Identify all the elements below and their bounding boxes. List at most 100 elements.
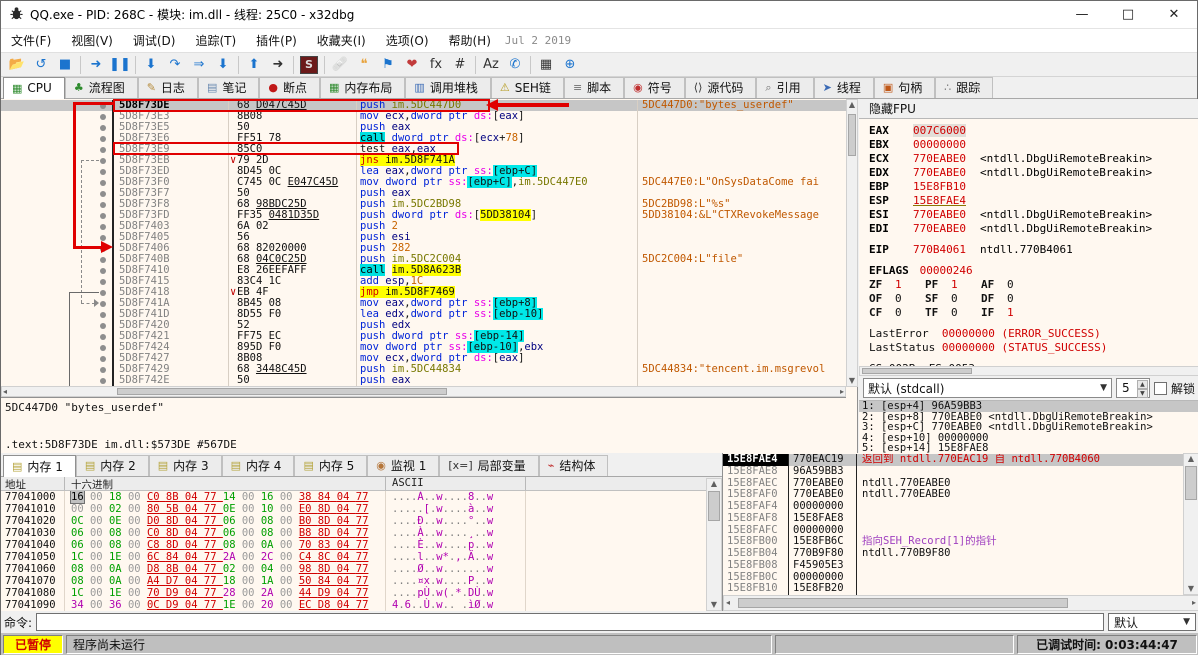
dump-byte[interactable]: 00	[128, 539, 141, 551]
breakpoint-gutter[interactable]	[1, 254, 114, 265]
breakpoint-gutter[interactable]	[1, 364, 114, 375]
command-input[interactable]	[36, 613, 1104, 631]
scroll-thumb[interactable]	[738, 598, 1068, 608]
dump-byte[interactable]: 04	[337, 575, 350, 587]
breakpoint-gutter[interactable]	[1, 144, 114, 155]
stack-row[interactable]: 15E8FB10 15E8FB20	[723, 582, 1183, 595]
dump-byte[interactable]: A4	[147, 575, 160, 587]
dump-byte[interactable]: 00	[90, 515, 103, 527]
dump-byte[interactable]: 0A	[109, 575, 122, 587]
breakpoint-dot-icon[interactable]	[100, 311, 106, 318]
argument-row[interactable]: 5: [esp+14] 15E8FAE8	[859, 443, 1198, 453]
flags-row[interactable]: OF 0 SF 0 DF 0	[869, 292, 1198, 306]
menu-item-t[interactable]: 追踪(T)	[185, 29, 246, 52]
dump-byte[interactable]: 6C	[147, 551, 160, 563]
stack-hscrollbar[interactable]: ◂ ▸	[723, 595, 1198, 611]
dump-byte[interactable]: 00	[280, 539, 293, 551]
dump-byte[interactable]: 02	[109, 503, 122, 515]
breakpoint-gutter[interactable]	[1, 375, 114, 386]
dump-row[interactable]: 77041070 08 00 0A 00 A4 D7 04 77 18 00 1A…	[1, 575, 706, 587]
spin-down-icon[interactable]: ▼	[1136, 389, 1148, 398]
dump-byte[interactable]: C0	[147, 527, 160, 539]
dump-row[interactable]: 77041040 06 00 08 00 C8 8D 04 77 08 00 0A…	[1, 539, 706, 551]
dump-tab-内存-4[interactable]: ▤ 内存 4	[221, 455, 295, 476]
dump-byte[interactable]: 77	[204, 599, 217, 611]
breakpoint-dot-icon[interactable]	[100, 366, 106, 373]
dump-byte[interactable]: 28	[223, 587, 236, 599]
breakpoint-gutter[interactable]	[1, 199, 114, 210]
register-value[interactable]: 770EABE0	[913, 152, 966, 165]
dump-byte[interactable]: D9	[166, 587, 179, 599]
dump-byte[interactable]: 00	[90, 563, 103, 575]
dump-byte[interactable]: 00	[280, 599, 293, 611]
dump-byte[interactable]: 77	[356, 551, 369, 563]
dump-byte[interactable]: C8	[147, 539, 160, 551]
argument-row[interactable]: 1: [esp+4] 96A59BB3	[859, 401, 1198, 412]
breakpoint-gutter[interactable]	[1, 232, 114, 243]
stack-row[interactable]: 15E8FAF8 15E8FAE8	[723, 512, 1183, 525]
flags-row[interactable]: CF 0 TF 0 IF 1	[869, 306, 1198, 320]
dump-byte[interactable]: 00	[242, 491, 255, 503]
dump-byte[interactable]: 18	[223, 575, 236, 587]
open-file-icon[interactable]: 📂	[5, 54, 29, 76]
dump-byte[interactable]: 84	[166, 551, 179, 563]
dump-byte[interactable]: 00	[128, 563, 141, 575]
snowman-icon[interactable]: S	[300, 55, 318, 74]
dump-byte[interactable]: 00	[90, 527, 103, 539]
dump-byte[interactable]: 00	[242, 539, 255, 551]
dump-byte[interactable]: 70	[299, 539, 312, 551]
step-into-icon[interactable]: ⬇	[139, 54, 163, 76]
dump-byte[interactable]: 06	[71, 539, 84, 551]
dump-byte[interactable]: 08	[261, 515, 274, 527]
tab-日志[interactable]: ✎ 日志	[137, 77, 198, 98]
dump-byte[interactable]: 04	[337, 527, 350, 539]
breakpoint-dot-icon[interactable]	[100, 377, 106, 384]
dump-byte[interactable]: 80	[147, 503, 160, 515]
breakpoint-dot-icon[interactable]	[100, 124, 106, 131]
dump-byte[interactable]: 77	[204, 575, 217, 587]
scroll-right-arrow[interactable]: ▸	[840, 387, 844, 397]
flag-value[interactable]: 0	[951, 292, 981, 306]
tab-cpu[interactable]: ▦ CPU	[3, 77, 65, 99]
dump-byte[interactable]: 00	[90, 575, 103, 587]
stack-row[interactable]: 15E8FB0C 00000000	[723, 571, 1183, 584]
breakpoint-gutter[interactable]	[1, 122, 114, 133]
dump-byte[interactable]: 1A	[261, 575, 274, 587]
dump-byte[interactable]: 77	[356, 527, 369, 539]
tab-seh链[interactable]: ⚠ SEH链	[490, 77, 564, 98]
dump-byte[interactable]: 00	[128, 551, 141, 563]
flag-value[interactable]: 0	[951, 306, 981, 320]
stack-vscrollbar[interactable]: ▲ ▼	[1183, 453, 1198, 595]
globe-icon[interactable]: ⊕	[558, 54, 582, 76]
register-row[interactable]: EBX 00000000	[869, 138, 1198, 152]
dump-byte[interactable]: 0E	[109, 515, 122, 527]
dump-byte[interactable]: 77	[356, 563, 369, 575]
flags-row[interactable]: ZF 1 PF 1 AF 0	[869, 278, 1198, 292]
flag-value[interactable]: 0	[895, 292, 925, 306]
dump-byte[interactable]: 1E	[223, 599, 236, 611]
breakpoint-dot-icon[interactable]	[100, 322, 106, 329]
flag-value[interactable]: 0	[895, 306, 925, 320]
hide-fpu-button[interactable]: 隐藏FPU	[859, 99, 1198, 119]
register-row[interactable]: ECX 770EABE0 <ntdll.DbgUiRemoteBreakin>	[869, 152, 1198, 166]
register-value[interactable]: 770B4061	[913, 243, 966, 256]
dump-byte[interactable]: 8B	[166, 563, 179, 575]
dump-byte[interactable]: 10	[261, 503, 274, 515]
run-to-cursor-icon[interactable]: ⇒	[187, 54, 211, 76]
tab-流程图[interactable]: ♣ 流程图	[64, 77, 138, 98]
dump-byte[interactable]: 50	[299, 575, 312, 587]
flag-value[interactable]: 0	[1007, 278, 1037, 292]
dump-byte[interactable]: 77	[356, 587, 369, 599]
dump-row[interactable]: 77041050 1C 00 1E 00 6C 84 04 77 2A 00 2C…	[1, 551, 706, 563]
tab-源代码[interactable]: ⟨⟩ 源代码	[684, 77, 757, 98]
run-to-user-code-icon[interactable]: ➜	[266, 54, 290, 76]
register-value[interactable]: 00000246	[913, 264, 973, 277]
dump-tab-监视-1[interactable]: ◉ 监视 1	[367, 455, 440, 476]
dump-row[interactable]: 77041030 06 00 08 00 C0 8D 04 77 06 00 08…	[1, 527, 706, 539]
dump-byte[interactable]: 04	[185, 599, 198, 611]
dump-byte[interactable]: 98	[299, 563, 312, 575]
stack-row[interactable]: 15E8FAE8 96A59BB3	[723, 465, 1183, 478]
breakpoint-gutter[interactable]	[1, 111, 114, 122]
dump-byte[interactable]: 00	[128, 599, 141, 611]
register-row[interactable]: EAX 007C6000	[869, 124, 1198, 138]
